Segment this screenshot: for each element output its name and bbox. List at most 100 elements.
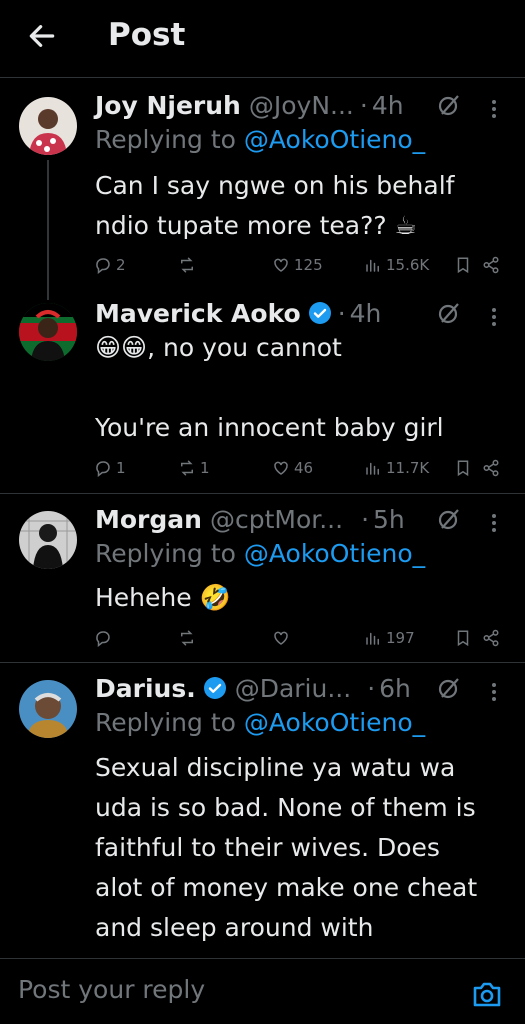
reply-button[interactable]: [94, 626, 116, 650]
view-count: 11.7K: [386, 459, 430, 477]
grok-icon[interactable]: [437, 676, 461, 700]
replying-label: Replying to: [95, 708, 244, 737]
avatar[interactable]: [19, 680, 77, 738]
bookmark-icon: [457, 257, 469, 274]
author-name[interactable]: Darius.: [95, 674, 196, 703]
mention-link[interactable]: @AokoOtieno_: [244, 125, 425, 154]
repost-button[interactable]: [178, 253, 200, 277]
share-button[interactable]: [482, 626, 500, 650]
like-button[interactable]: 125: [272, 253, 323, 277]
avatar[interactable]: [19, 303, 77, 361]
author-name[interactable]: Morgan: [95, 505, 202, 534]
heart-icon: [274, 461, 288, 475]
divider: [0, 662, 525, 663]
like-button[interactable]: [272, 626, 294, 650]
reply-icon: [96, 631, 110, 647]
more-options-icon[interactable]: [486, 511, 502, 535]
reply-input[interactable]: Post your reply: [18, 975, 205, 1004]
post-text: Sexual discipline ya watu wa uda is so b…: [95, 753, 478, 942]
reply-count: 1: [116, 459, 126, 477]
separator-dot: ·: [361, 504, 370, 534]
share-icon: [483, 459, 499, 477]
heart-icon: [274, 631, 288, 645]
camera-icon[interactable]: [471, 979, 503, 1009]
post-text: Can I say ngwe on his behalf ndio tupate…: [95, 171, 455, 240]
repost-icon: [181, 257, 193, 273]
bookmark-icon: [457, 460, 469, 477]
replying-label: Replying to: [95, 125, 244, 154]
heart-icon: [274, 258, 288, 272]
post-header: Darius. @Dariu... · 6h: [95, 671, 411, 705]
author-handle[interactable]: @JoyN...: [249, 91, 354, 120]
reply-icon: [96, 258, 110, 274]
verified-badge-icon: [203, 677, 226, 699]
top-bar: Post: [0, 0, 525, 78]
views-icon: [366, 259, 379, 272]
more-options-icon[interactable]: [486, 97, 502, 121]
share-icon: [483, 256, 499, 274]
replying-label: Replying to: [95, 539, 244, 568]
page-title: Post: [108, 17, 186, 53]
grok-icon[interactable]: [437, 93, 461, 117]
views-icon: [366, 462, 379, 475]
views-button[interactable]: 11.7K: [364, 456, 429, 480]
author-name[interactable]: Maverick Aoko: [95, 299, 301, 328]
separator-dot: ·: [337, 298, 346, 328]
bookmark-button[interactable]: [454, 253, 472, 277]
grok-icon[interactable]: [437, 507, 461, 531]
share-icon: [483, 629, 499, 647]
view-count: 197: [386, 629, 415, 647]
repost-button[interactable]: 1: [178, 456, 210, 480]
avatar[interactable]: [19, 97, 77, 155]
post-header: Joy Njeruh @JoyN... · 4h: [95, 88, 404, 122]
more-options-icon[interactable]: [486, 680, 502, 704]
replying-to: Replying to @AokoOtieno_: [95, 539, 425, 568]
post-time[interactable]: 5h: [373, 505, 405, 534]
post-text: Hehehe 🤣: [95, 583, 231, 612]
views-button[interactable]: 197: [364, 626, 415, 650]
repost-icon: [181, 630, 193, 646]
back-arrow-icon[interactable]: [26, 20, 58, 52]
post-time[interactable]: 4h: [372, 91, 404, 120]
more-options-icon[interactable]: [486, 305, 502, 329]
like-count: 46: [294, 459, 314, 477]
reply-count: 2: [116, 256, 126, 274]
separator-dot: ·: [359, 90, 368, 120]
like-button[interactable]: 46: [272, 456, 313, 480]
separator-dot: ·: [367, 673, 376, 703]
grok-icon[interactable]: [437, 301, 461, 325]
repost-button[interactable]: [178, 626, 200, 650]
action-bar: 2 125 15.6K: [0, 253, 525, 277]
divider: [0, 493, 525, 494]
replying-to: Replying to @AokoOtieno_: [95, 125, 425, 154]
reply-button[interactable]: 1: [94, 456, 126, 480]
repost-count: 1: [200, 459, 210, 477]
share-button[interactable]: [482, 253, 500, 277]
like-count: 125: [294, 256, 323, 274]
mention-link[interactable]: @AokoOtieno_: [244, 708, 425, 737]
reply-button[interactable]: 2: [94, 253, 126, 277]
mention-link[interactable]: @AokoOtieno_: [244, 539, 425, 568]
views-icon: [366, 632, 379, 645]
post-time[interactable]: 6h: [379, 674, 411, 703]
reply-icon: [96, 461, 110, 477]
view-count: 15.6K: [386, 256, 430, 274]
repost-icon: [181, 460, 193, 476]
avatar[interactable]: [19, 511, 77, 569]
bookmark-icon: [457, 630, 469, 647]
author-name[interactable]: Joy Njeruh: [95, 91, 241, 120]
action-bar: 1 1 46 11.7K: [0, 456, 525, 480]
post-header: Morgan @cptMor... · 5h: [95, 502, 405, 536]
bookmark-button[interactable]: [454, 456, 472, 480]
share-button[interactable]: [482, 456, 500, 480]
post-time[interactable]: 4h: [350, 299, 382, 328]
replying-to: Replying to @AokoOtieno_: [95, 708, 425, 737]
reply-composer: Post your reply: [0, 958, 525, 1024]
thread-line: [47, 160, 49, 300]
action-bar: 197: [0, 626, 525, 650]
post-header: Maverick Aoko · 4h: [95, 296, 381, 330]
bookmark-button[interactable]: [454, 626, 472, 650]
views-button[interactable]: 15.6K: [364, 253, 429, 277]
author-handle[interactable]: @Dariu...: [235, 674, 351, 703]
author-handle[interactable]: @cptMor...: [210, 505, 343, 534]
